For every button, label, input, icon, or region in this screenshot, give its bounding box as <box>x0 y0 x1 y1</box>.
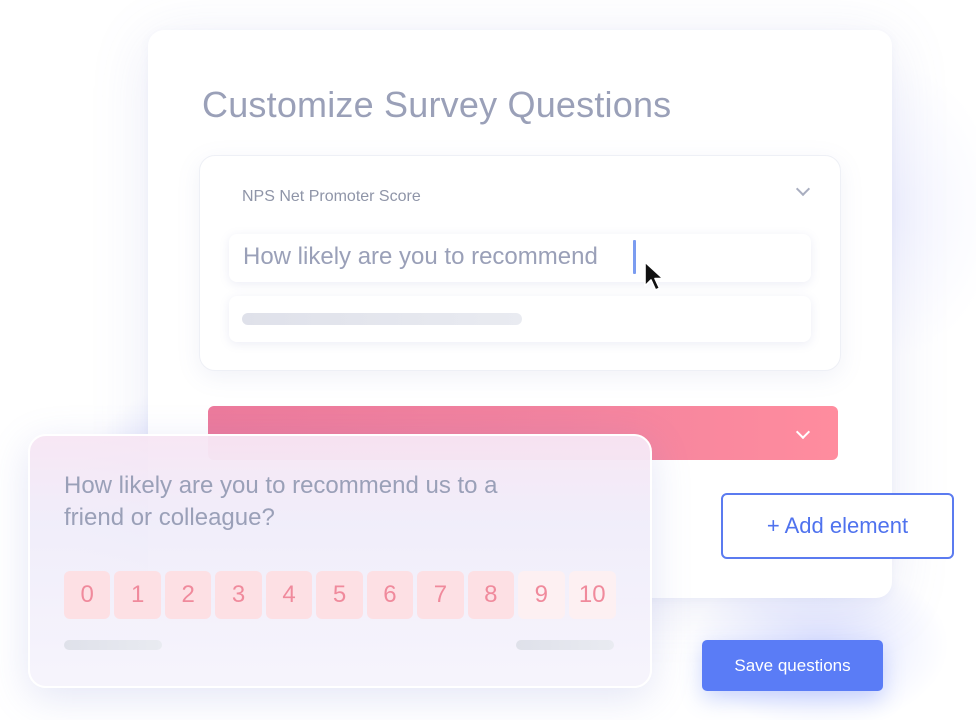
scale-min-label-placeholder <box>64 640 162 650</box>
scale-option[interactable]: 0 <box>64 571 111 619</box>
scale-option[interactable]: 9 <box>518 571 565 619</box>
add-element-button[interactable]: + Add element <box>721 493 954 559</box>
text-caret-icon <box>633 240 636 274</box>
scale-option[interactable]: 3 <box>215 571 262 619</box>
save-questions-button[interactable]: Save questions <box>702 640 883 691</box>
page-title: Customize Survey Questions <box>202 84 672 125</box>
nps-scale: 0 1 2 3 4 5 6 7 8 9 10 <box>64 571 616 619</box>
scale-max-label-placeholder <box>516 640 614 650</box>
scale-option[interactable]: 2 <box>164 571 212 619</box>
scale-option[interactable]: 6 <box>366 571 414 619</box>
question-text-value[interactable]: How likely are you to recommend <box>243 242 598 272</box>
mouse-pointer-icon <box>644 261 664 291</box>
scale-option[interactable]: 5 <box>316 571 363 619</box>
scale-option[interactable]: 10 <box>568 571 616 619</box>
scale-option[interactable]: 1 <box>114 571 161 619</box>
survey-builder: Customize Survey Questions NPS Net Promo… <box>0 0 976 720</box>
scale-option[interactable]: 7 <box>417 571 464 619</box>
scale-option[interactable]: 8 <box>467 571 515 619</box>
preview-question-text: How likely are you to recommend us to a … <box>64 472 498 531</box>
placeholder-line <box>242 313 522 325</box>
question-type-label: NPS Net Promoter Score <box>242 188 421 205</box>
scale-option[interactable]: 4 <box>265 571 313 619</box>
